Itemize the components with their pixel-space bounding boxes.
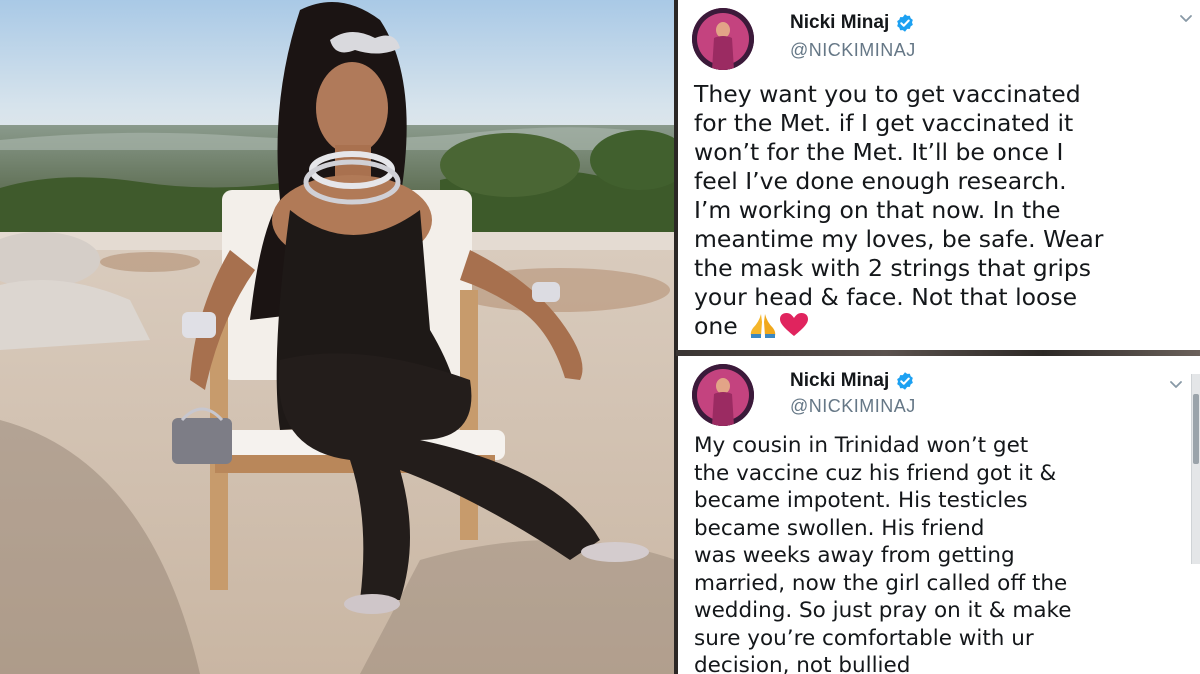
tweet-text: They want you to get vaccinated for the … bbox=[694, 80, 1192, 341]
tweet-line: became swollen. His friend bbox=[694, 515, 985, 541]
tweet-line: They want you to get vaccinated bbox=[694, 80, 1081, 108]
avatar-image bbox=[692, 8, 754, 70]
avatar-image bbox=[692, 364, 754, 426]
photo-panel bbox=[0, 0, 676, 674]
red-heart-emoji-icon bbox=[780, 313, 809, 336]
tweet-text: My cousin in Trinidad won’t get the vacc… bbox=[694, 432, 1192, 674]
scrollbar-thumb[interactable] bbox=[1193, 394, 1199, 464]
tweet-line: your head & face. Not that loose bbox=[694, 283, 1078, 311]
tweet-line: was weeks away from getting bbox=[694, 543, 1015, 568]
tweet-card-2[interactable]: Nicki Minaj @NICKIMINAJ My cousin in Tri… bbox=[678, 356, 1200, 674]
author-handle[interactable]: @NICKIMINAJ bbox=[790, 40, 916, 61]
verified-badge-icon bbox=[897, 14, 914, 32]
tweet-card-1[interactable]: Nicki Minaj @NICKIMINAJ They want you to… bbox=[678, 0, 1200, 350]
scrollbar[interactable] bbox=[1191, 374, 1200, 564]
tweet-line: wedding. So just pray on it & make bbox=[694, 598, 1072, 623]
author-handle[interactable]: @NICKIMINAJ bbox=[790, 396, 916, 417]
author-row: Nicki Minaj bbox=[790, 370, 915, 392]
tweet-line: meantime my loves, be safe. Wear bbox=[694, 225, 1104, 253]
author-row: Nicki Minaj bbox=[790, 12, 915, 34]
tweet-line: became impotent. His testicles bbox=[694, 488, 1028, 513]
avatar[interactable] bbox=[692, 8, 754, 70]
tweet-line: for the Met. if I get vaccinated it bbox=[694, 109, 1074, 137]
tweet-line: feel I’ve done enough research. bbox=[694, 167, 1067, 195]
tweet-line: My cousin in Trinidad won’t get bbox=[694, 433, 1029, 458]
tweet-line: decision, not bullied bbox=[694, 653, 911, 674]
tweet-line-last: one bbox=[694, 312, 1192, 341]
author-name[interactable]: Nicki Minaj bbox=[790, 12, 889, 34]
tweet-line: sure you’re comfortable with ur bbox=[694, 625, 1034, 651]
avatar[interactable] bbox=[692, 364, 754, 426]
tweet-line: the mask with 2 strings that grips bbox=[694, 254, 1092, 282]
tweet-line: I’m working on that now. In the bbox=[694, 196, 1061, 224]
folded-hands-emoji-icon bbox=[750, 314, 776, 338]
tweet-line: the vaccine cuz his friend got it & bbox=[694, 460, 1057, 486]
tweet-line: one bbox=[694, 312, 738, 340]
chevron-down-icon[interactable] bbox=[1178, 10, 1194, 26]
verified-badge-icon bbox=[897, 372, 914, 390]
tweet-line: won’t for the Met. It’ll be once I bbox=[694, 138, 1064, 166]
tweet-line: married, now the girl called off the bbox=[694, 570, 1068, 596]
chevron-down-icon[interactable] bbox=[1168, 376, 1184, 392]
author-name[interactable]: Nicki Minaj bbox=[790, 370, 889, 392]
photo-illustration bbox=[0, 0, 676, 674]
